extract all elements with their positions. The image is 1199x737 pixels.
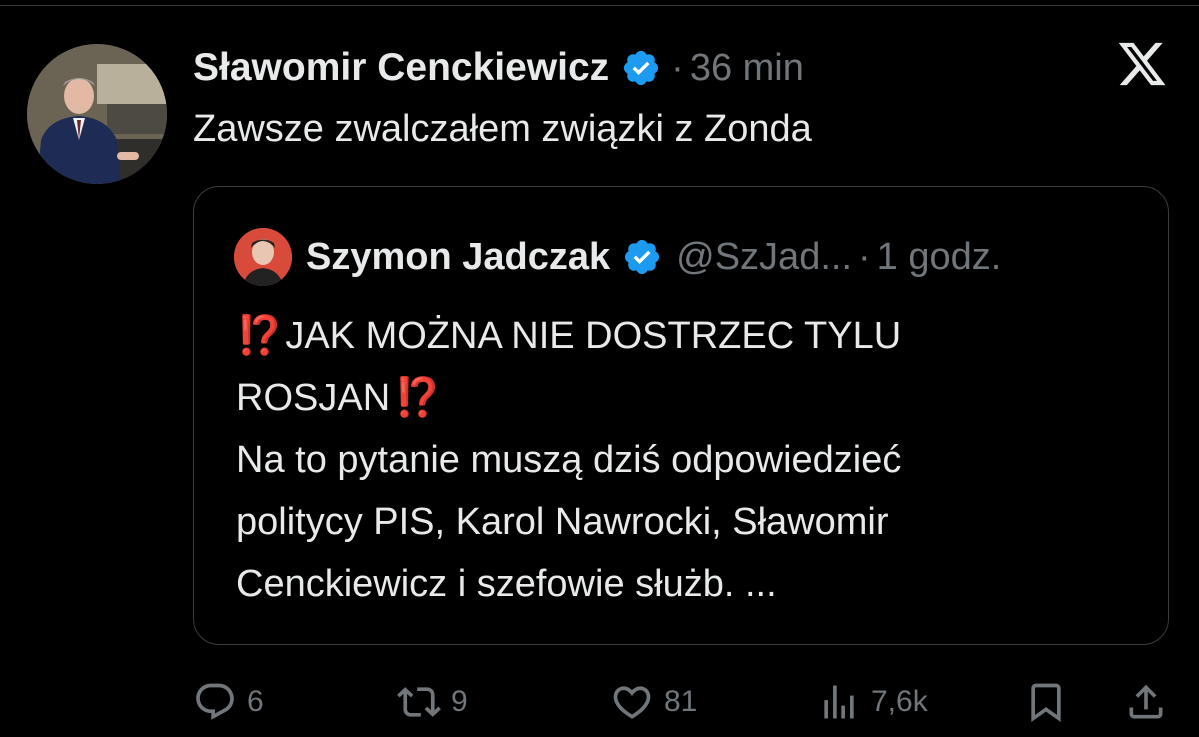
repost-button[interactable]: 9 xyxy=(397,672,468,732)
reply-button[interactable]: 6 xyxy=(193,672,264,732)
views-icon xyxy=(817,680,861,724)
quoted-line: Na to pytanie muszą dziś odpowiedzieć xyxy=(236,439,902,481)
quoted-text: ⁉️ JAK MOŻNA NIE DOSTRZEC TYLU ROSJAN ⁉️ N… xyxy=(236,305,1136,615)
verified-badge-icon xyxy=(621,48,661,88)
views-count: 7,6k xyxy=(871,685,928,718)
repost-icon xyxy=(397,680,441,724)
like-count: 81 xyxy=(664,685,698,718)
quoted-line: ROSJAN ⁉️ xyxy=(236,367,1136,429)
reply-count: 6 xyxy=(247,685,264,718)
meta-separator: · xyxy=(671,46,684,89)
quoted-line: politycy PIS, Karol Nawrocki, Sławomir xyxy=(236,501,889,543)
verified-badge-icon xyxy=(622,237,662,277)
share-button[interactable] xyxy=(1124,672,1168,732)
bookmark-button[interactable] xyxy=(1024,672,1068,732)
quoted-header: Szymon Jadczak @SzJad... · 1 godz. xyxy=(234,227,1001,287)
post-text: Zawsze zwalczałem związki z Zonda xyxy=(193,108,812,150)
post-time[interactable]: 36 min xyxy=(690,47,804,90)
author-name[interactable]: Sławomir Cenckiewicz xyxy=(193,46,609,90)
quoted-author-name[interactable]: Szymon Jadczak xyxy=(306,236,610,279)
heart-icon xyxy=(610,680,654,724)
action-bar: 6 9 81 7,6k xyxy=(0,672,1199,732)
meta-separator: · xyxy=(858,235,871,278)
views-button[interactable]: 7,6k xyxy=(817,672,928,732)
author-avatar[interactable] xyxy=(27,44,167,184)
post-header: Sławomir Cenckiewicz · 36 min xyxy=(193,40,804,96)
quoted-line-text: ROSJAN xyxy=(236,377,391,419)
bookmark-icon xyxy=(1024,680,1068,724)
quoted-time[interactable]: 1 godz. xyxy=(877,236,1002,279)
share-icon xyxy=(1124,680,1168,724)
quoted-line: ⁉️ JAK MOŻNA NIE DOSTRZEC TYLU xyxy=(236,305,1136,367)
quoted-post[interactable]: Szymon Jadczak @SzJad... · 1 godz. ⁉️ JAK… xyxy=(193,186,1169,645)
repost-count: 9 xyxy=(451,685,468,718)
top-divider xyxy=(0,5,1199,6)
exclamation-question-icon: ⁉️ xyxy=(394,377,441,419)
quoted-author-avatar[interactable] xyxy=(234,228,292,286)
post-page: Sławomir Cenckiewicz · 36 min Zawsze zwa… xyxy=(0,0,1199,737)
exclamation-question-icon: ⁉️ xyxy=(236,315,283,357)
quoted-handle[interactable]: @SzJad... xyxy=(676,236,852,279)
like-button[interactable]: 81 xyxy=(610,672,697,732)
reply-icon xyxy=(193,680,237,724)
x-logo-icon[interactable] xyxy=(1116,38,1168,90)
quoted-line: Cenckiewicz i szefowie służb. ... xyxy=(236,563,777,605)
quoted-line-text: JAK MOŻNA NIE DOSTRZEC TYLU xyxy=(285,315,902,357)
